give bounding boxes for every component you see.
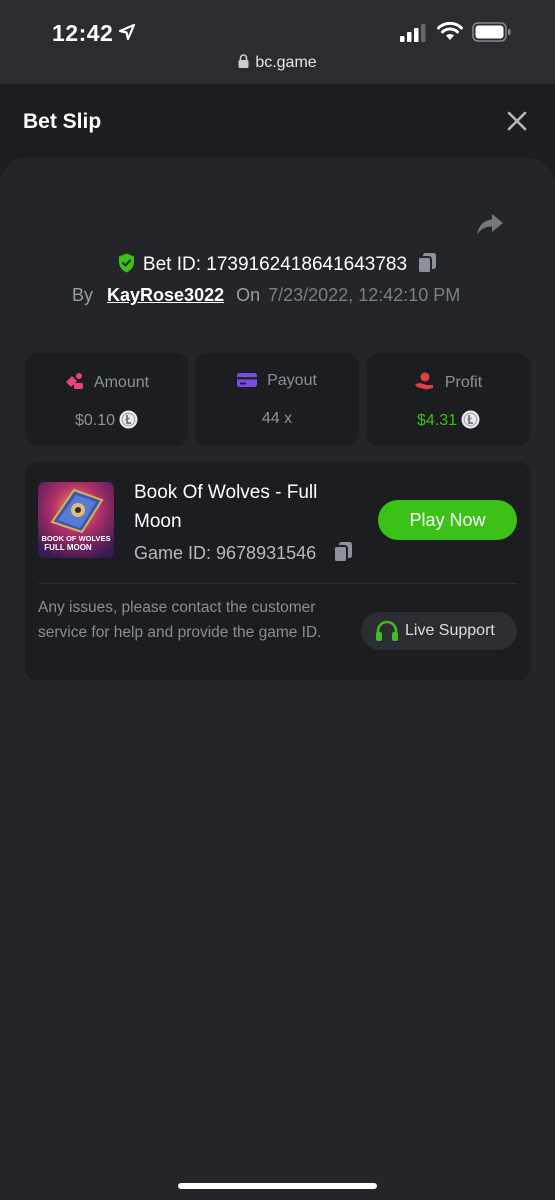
coin-icon xyxy=(461,410,480,429)
support-notice: Any issues, please contact the customer … xyxy=(38,599,322,641)
amount-icon xyxy=(65,373,83,389)
by-label: By xyxy=(72,285,94,305)
wifi-icon xyxy=(437,22,463,40)
signal-icon xyxy=(400,24,426,42)
page-title: Bet Slip xyxy=(23,110,102,133)
lock-icon xyxy=(238,54,249,68)
url-bar[interactable]: bc.game xyxy=(0,54,555,72)
headset-icon xyxy=(376,620,398,641)
share-icon[interactable] xyxy=(476,212,504,236)
amount-value: $0.10 xyxy=(74,412,116,429)
payout-label: Payout xyxy=(267,372,317,389)
home-indicator[interactable] xyxy=(178,1183,377,1189)
game-card: BOOK OF WOLVES FULL MOON Book Of Wolves … xyxy=(25,462,530,680)
shield-check-icon xyxy=(118,253,134,273)
game-id-row: Game ID: 9678931546 xyxy=(134,541,353,564)
payout-icon xyxy=(237,373,258,387)
amount-card: Amount $0.10 xyxy=(25,353,188,446)
status-bar: 12:42 bc.game xyxy=(0,0,555,84)
username-link[interactable]: KayRose3022 xyxy=(107,285,224,305)
status-time: 12:42 xyxy=(52,20,114,46)
payout-value: 44 x xyxy=(261,410,293,427)
play-now-button[interactable]: Play Now xyxy=(378,500,517,540)
bet-datetime: 7/23/2022, 12:42:10 PM xyxy=(268,285,461,305)
battery-icon xyxy=(472,22,511,42)
copy-icon[interactable] xyxy=(417,252,437,274)
thumb-text-1: BOOK OF WOLVES xyxy=(41,534,110,543)
profit-label: Profit xyxy=(444,374,483,391)
payout-card: Payout 44 x xyxy=(195,353,359,446)
live-support-label: Live Support xyxy=(405,622,495,639)
close-icon[interactable] xyxy=(506,110,528,132)
thumb-text-2: FULL MOON xyxy=(44,543,92,552)
game-thumbnail[interactable]: BOOK OF WOLVES FULL MOON xyxy=(38,482,114,558)
bet-meta-row: By KayRose3022 On 7/23/2022, 12:42:10 PM xyxy=(72,285,460,306)
profit-label-row: Profit xyxy=(367,372,530,392)
bet-id: Bet ID: 1739162418641643783 xyxy=(142,254,408,275)
coin-icon xyxy=(119,410,138,429)
profit-icon xyxy=(414,372,433,390)
payout-label-row: Payout xyxy=(195,372,359,390)
bet-id-row: Bet ID: 1739162418641643783 xyxy=(0,252,555,276)
profit-value: $4.31 xyxy=(416,412,458,429)
amount-label-row: Amount xyxy=(25,372,188,392)
amount-label: Amount xyxy=(93,374,150,391)
profit-card: Profit $4.31 xyxy=(367,353,530,446)
divider xyxy=(38,583,517,584)
profit-value-row: $4.31 xyxy=(367,410,530,430)
game-id: Game ID: 9678931546 xyxy=(134,543,317,563)
amount-value-row: $0.10 xyxy=(25,410,188,430)
on-label: On xyxy=(236,285,261,305)
copy-icon[interactable] xyxy=(333,541,353,563)
location-arrow-icon xyxy=(118,23,136,41)
modal-header: Bet Slip xyxy=(0,84,555,160)
url-text: bc.game xyxy=(255,54,317,71)
game-title: Book Of Wolves - Full Moon xyxy=(134,482,318,532)
live-support-button[interactable]: Live Support xyxy=(361,612,517,650)
